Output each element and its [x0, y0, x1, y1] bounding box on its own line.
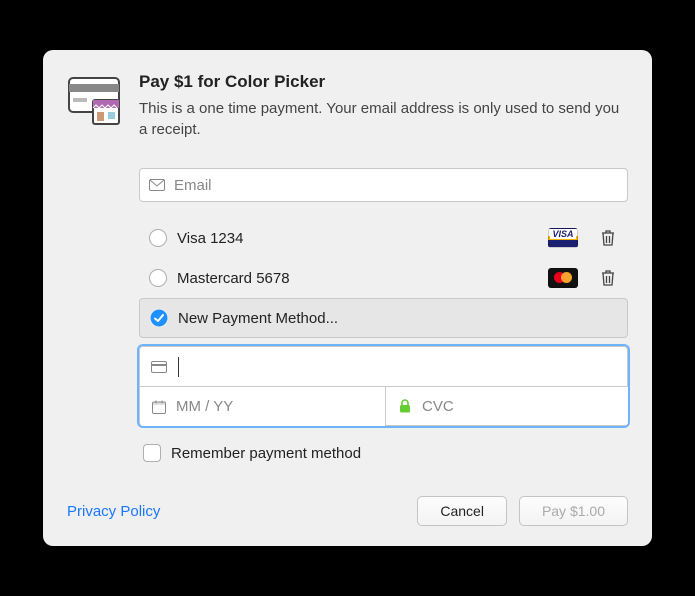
card-cvc-field[interactable] [385, 386, 628, 426]
card-number-input[interactable] [187, 358, 617, 375]
remember-checkbox[interactable] [143, 444, 161, 462]
email-input[interactable] [166, 177, 619, 194]
dialog-subtitle: This is a one time payment. Your email a… [139, 98, 628, 140]
delete-card-button[interactable] [598, 228, 618, 248]
card-icon [150, 358, 168, 376]
delete-card-button[interactable] [598, 268, 618, 288]
privacy-link[interactable]: Privacy Policy [67, 503, 160, 520]
payment-option-label: New Payment Method... [178, 310, 617, 327]
text-caret [178, 357, 179, 377]
payment-option-visa[interactable]: Visa 1234 VISA [139, 218, 628, 258]
radio-icon [149, 269, 167, 287]
app-icon [67, 74, 121, 128]
dialog-footer: Privacy Policy Cancel Pay $1.00 [67, 496, 628, 526]
card-expiry-input[interactable] [176, 398, 375, 415]
visa-badge-icon: VISA [548, 228, 578, 248]
payment-option-label: Visa 1234 [177, 230, 538, 247]
payment-option-new[interactable]: New Payment Method... [139, 298, 628, 338]
radio-checked-icon [150, 309, 168, 327]
dialog-header: Pay $1 for Color Picker This is a one ti… [67, 72, 628, 140]
email-field-wrap[interactable] [139, 168, 628, 202]
radio-icon [149, 229, 167, 247]
card-expiry-field[interactable] [139, 386, 385, 426]
header-text: Pay $1 for Color Picker This is a one ti… [139, 72, 628, 140]
lock-icon [396, 397, 414, 415]
pay-button[interactable]: Pay $1.00 [519, 496, 628, 526]
envelope-icon [148, 176, 166, 194]
dialog-title: Pay $1 for Color Picker [139, 72, 628, 92]
remember-label: Remember payment method [171, 445, 361, 462]
remember-row[interactable]: Remember payment method [139, 444, 628, 462]
card-entry-group [139, 346, 628, 426]
payment-form: Visa 1234 VISA Mastercard 5678 New Payme… [139, 168, 628, 462]
card-cvc-input[interactable] [422, 398, 621, 415]
mastercard-badge-icon [548, 268, 578, 288]
payment-option-mastercard[interactable]: Mastercard 5678 [139, 258, 628, 298]
card-number-field[interactable] [139, 346, 628, 386]
payment-dialog: Pay $1 for Color Picker This is a one ti… [43, 50, 652, 546]
payment-option-label: Mastercard 5678 [177, 270, 538, 287]
payment-method-list: Visa 1234 VISA Mastercard 5678 New Payme… [139, 218, 628, 338]
cancel-button[interactable]: Cancel [417, 496, 507, 526]
calendar-icon [150, 398, 168, 416]
